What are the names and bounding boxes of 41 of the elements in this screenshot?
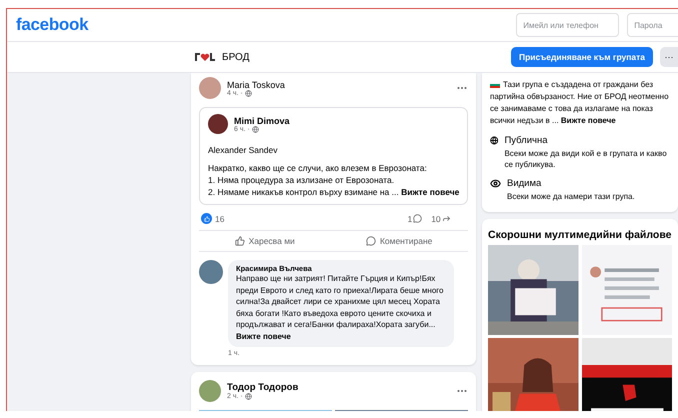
comment-icon xyxy=(413,214,422,223)
see-more-link[interactable]: Вижте повече xyxy=(560,116,616,125)
like-reaction-icon xyxy=(201,213,212,224)
privacy-description: Всеки може да намери тази група. xyxy=(507,191,635,202)
privacy-title: Видима xyxy=(507,178,542,189)
facebook-logo[interactable]: facebook xyxy=(16,15,88,35)
email-field[interactable]: Имейл или телефон xyxy=(516,13,620,37)
reaction-count[interactable]: 16 xyxy=(215,214,224,224)
privacy-description: Всеки може да види кой е в групата и какво се публикува. xyxy=(504,148,668,170)
post-text: 1. Няма процедура за излизане от Еврозоната. xyxy=(208,174,396,186)
comment-text: Направо ще ни затрият! Питайте Гърция и Кипър!Бях преди Еврото и след като го приеха!Лирата беше много силна!За двайсет лири се хранихме цял месец Хората бяха богати !Като въведоха еврото цените скочиха и продължават и сега!Банки фалираха!Хората загуби... Вижте повече xyxy=(236,273,444,342)
section-title: Скорошни мултимедийни файлове xyxy=(488,229,672,241)
globe-icon xyxy=(490,135,498,146)
globe-icon xyxy=(252,126,259,132)
avatar[interactable] xyxy=(208,114,228,134)
see-more-link[interactable]: Вижте повече xyxy=(401,187,460,197)
group-logo-icon xyxy=(194,50,216,64)
globe-icon xyxy=(244,90,252,96)
eye-icon xyxy=(490,178,501,189)
share-count[interactable]: 10 xyxy=(431,214,441,224)
password-field[interactable]: Парола xyxy=(627,13,678,37)
post-text: Alexander Sandev xyxy=(208,144,278,156)
comment-icon xyxy=(366,236,376,246)
thumbs-up-icon xyxy=(234,236,245,246)
flag-icon xyxy=(490,82,500,88)
author-name[interactable]: Mimi Dimova xyxy=(234,116,290,126)
share-icon xyxy=(442,214,451,223)
post-text: Накратко, какво ще се случи, ако влезем в Еврозоната: xyxy=(208,162,428,174)
privacy-title: Публична xyxy=(504,135,548,146)
more-button[interactable]: ··· xyxy=(660,47,678,67)
about-text: Тази група е създадена от граждани без партийна обвързаност. Ние от БРОД неотменно се занимаваме с това да излагаме на показ всички недъзи в ... Вижте повече xyxy=(490,79,670,127)
group-name[interactable]: БРОД xyxy=(222,52,250,62)
post-text: 2. Нямаме никакъв контрол върху взимане на ... Вижте повече xyxy=(208,186,459,198)
see-more-link[interactable]: Вижте повече xyxy=(236,332,291,340)
author-name[interactable]: Тодор Тодоров xyxy=(227,382,298,393)
comment-button[interactable]: Коментиране xyxy=(362,236,436,246)
comment-count[interactable]: 1 xyxy=(407,214,412,224)
author-name[interactable]: Maria Toskova xyxy=(227,80,285,90)
like-button[interactable]: Харесва ми xyxy=(230,236,299,246)
globe-icon xyxy=(244,393,252,400)
join-group-button[interactable]: Присъединяване към групата xyxy=(510,47,653,67)
